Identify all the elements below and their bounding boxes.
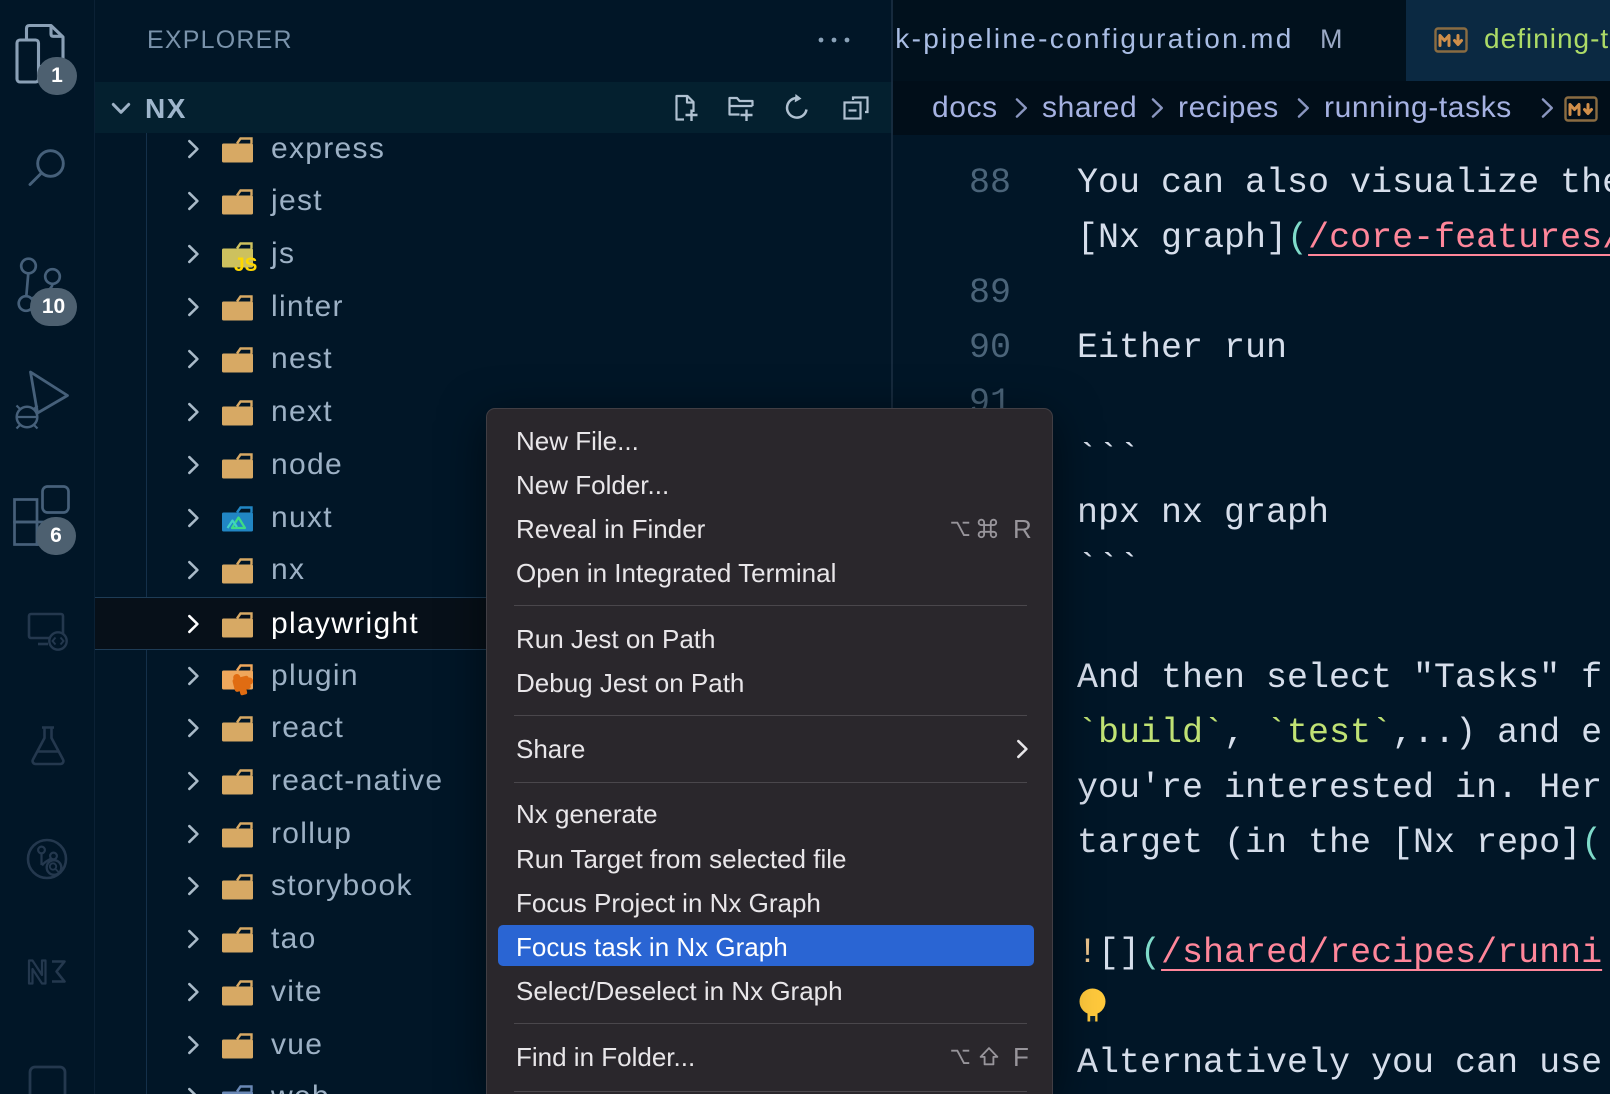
svg-text:JS: JS [234, 255, 257, 276]
